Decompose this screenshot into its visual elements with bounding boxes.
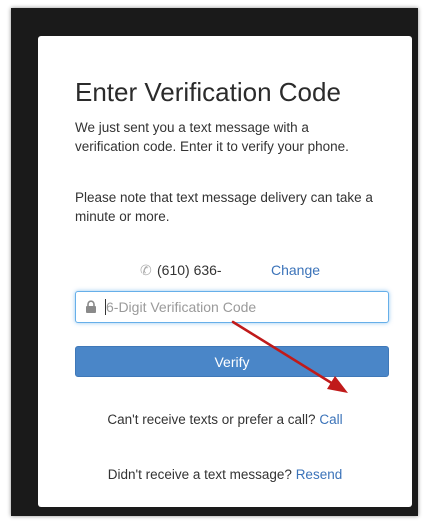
dialog-title: Enter Verification Code [75,77,341,107]
call-link[interactable]: Call [319,412,342,427]
phone-row: ✆ (610) 636- Change [38,259,412,281]
verification-code-input[interactable] [106,292,382,322]
resend-prompt: Didn't receive a text message? Resend [38,466,412,484]
verify-button[interactable]: Verify [75,346,389,377]
call-prompt-text: Can't receive texts or prefer a call? [107,412,316,427]
lock-icon [86,300,96,313]
phone-icon: ✆ [140,262,152,278]
call-prompt: Can't receive texts or prefer a call? Ca… [38,411,412,429]
phone-number: (610) 636- [157,262,222,278]
delivery-note: Please note that text message delivery c… [75,190,373,224]
verification-dialog: Enter Verification Code We just sent you… [38,36,412,507]
resend-prompt-text: Didn't receive a text message? [107,467,292,482]
intro-text: We just sent you a text message with a v… [75,120,349,154]
resend-link[interactable]: Resend [296,467,343,482]
verification-code-field[interactable] [75,291,389,323]
window-frame: Enter Verification Code We just sent you… [11,8,418,516]
change-phone-link[interactable]: Change [271,261,320,279]
